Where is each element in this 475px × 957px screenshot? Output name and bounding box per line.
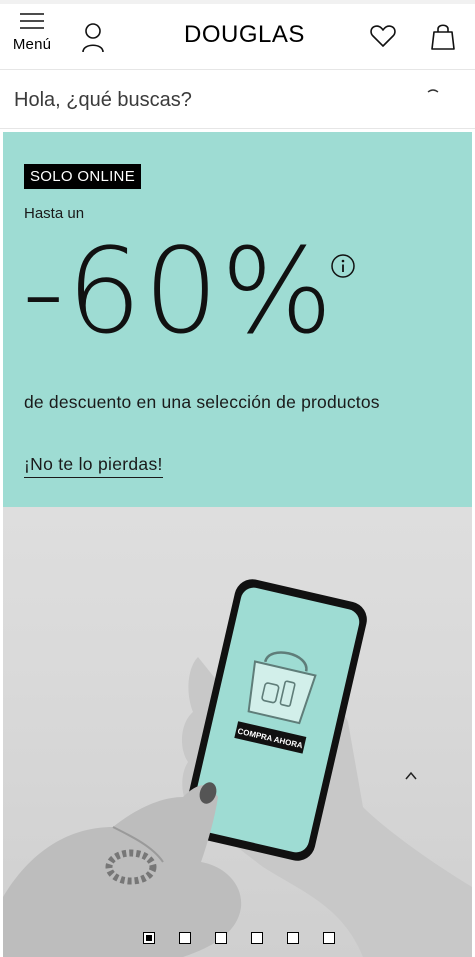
- loading-spinner-icon: [427, 89, 439, 93]
- brand-logo[interactable]: DOUGLAS: [184, 21, 305, 49]
- discount-value: -60%: [22, 222, 335, 360]
- search-input[interactable]: [14, 83, 414, 117]
- carousel-dot[interactable]: [179, 932, 191, 944]
- carousel-dot[interactable]: [287, 932, 299, 944]
- chevron-up-icon: [405, 771, 417, 780]
- scroll-to-top-button[interactable]: [398, 762, 424, 788]
- carousel-dot[interactable]: [143, 932, 155, 944]
- menu-label: Menú: [12, 36, 52, 53]
- cart-button[interactable]: [429, 21, 457, 53]
- carousel-dot[interactable]: [251, 932, 263, 944]
- site-header: Menú DOUGLAS: [0, 4, 475, 70]
- heart-icon: [370, 25, 396, 47]
- online-only-badge: SOLO ONLINE: [24, 164, 141, 189]
- shopping-bag-icon: [431, 24, 455, 50]
- account-button[interactable]: [78, 21, 108, 55]
- promo-prefix: Hasta un: [24, 205, 85, 222]
- hand-holding-phone-illustration: COMPRA AHORA: [3, 579, 472, 957]
- carousel-dot[interactable]: [215, 932, 227, 944]
- menu-button[interactable]: Menú: [8, 12, 56, 64]
- wishlist-button[interactable]: [369, 22, 397, 50]
- search-bar: [0, 71, 475, 129]
- promo-banner[interactable]: SOLO ONLINE Hasta un -60% de descuento e…: [3, 132, 472, 507]
- user-icon: [82, 23, 104, 53]
- promo-cta-link[interactable]: ¡No te lo pierdas!: [24, 454, 163, 478]
- hamburger-icon: [20, 13, 44, 29]
- info-icon: [331, 254, 355, 278]
- info-button[interactable]: [330, 253, 356, 279]
- carousel-indicators: [0, 932, 475, 946]
- promo-description: de descuento en una selección de product…: [24, 392, 380, 412]
- hero-image[interactable]: COMPRA AHORA: [3, 507, 472, 957]
- carousel-dot[interactable]: [323, 932, 335, 944]
